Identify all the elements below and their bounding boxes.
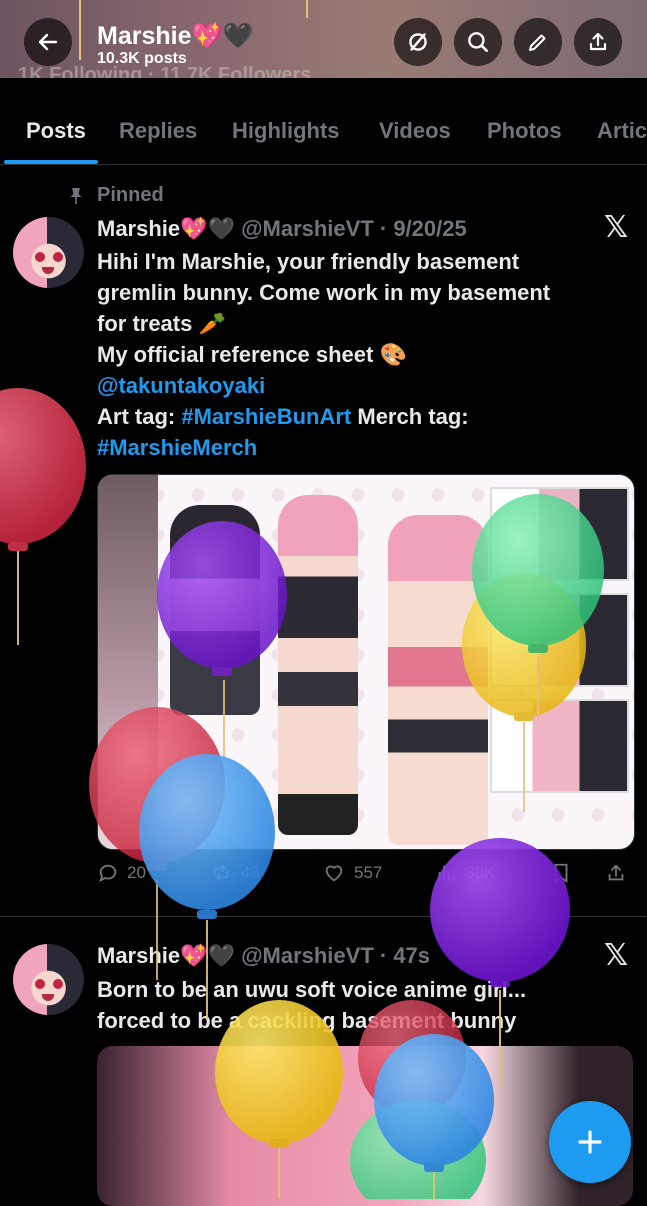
post-text-line: Born to be an uwu soft voice anime girl.… [97, 977, 527, 1002]
avatar[interactable] [13, 217, 84, 288]
profile-name: Marshie💖🖤 [97, 22, 254, 50]
pinned-label: Pinned [97, 184, 164, 206]
views-chart-icon [438, 865, 455, 882]
display-name[interactable]: Marshie💖🖤 [97, 943, 235, 968]
post-text-line: gremlin bunny. Come work in my basement [97, 280, 551, 305]
post-text-line: Art tag: #MarshieBunArt Merch tag: [97, 404, 469, 430]
display-name[interactable]: Marshie💖🖤 [97, 216, 235, 241]
back-arrow-icon [38, 33, 58, 51]
avatar[interactable] [13, 944, 84, 1015]
reference-sheet-image[interactable] [97, 474, 635, 850]
repost-icon [213, 864, 229, 882]
compose-button[interactable] [549, 1101, 631, 1183]
search-icon [468, 32, 488, 52]
red-balloon-icon [0, 388, 86, 645]
share-icon [608, 864, 624, 881]
tab-videos[interactable]: Videos [379, 118, 451, 144]
reply-button[interactable]: 20 [97, 862, 146, 884]
x-logo-icon: 𝕏 [604, 211, 629, 244]
heart-icon [325, 865, 343, 882]
profile-header: 1K Following · 11.7K Followers Marshie💖🖤… [0, 0, 647, 78]
tab-highlights[interactable]: Highlights [232, 118, 340, 144]
hashtag-link[interactable]: #MarshieMerch [97, 435, 257, 461]
post-text-line: My official reference sheet 🎨 [97, 342, 407, 367]
post-count: 10.3K posts [97, 50, 187, 67]
post-text-line: forced to be a cackling basement bunny [97, 1008, 517, 1033]
like-count: 557 [354, 863, 383, 882]
active-tab-indicator [4, 160, 98, 164]
post-text-line: for treats 🥕 [97, 311, 226, 336]
profile-tabs: Posts Replies Highlights Videos Photos A… [0, 100, 647, 165]
tab-articles[interactable]: Artic [597, 118, 647, 144]
no-eye-icon [409, 33, 427, 51]
share-icon [589, 32, 607, 51]
x-logo-icon: 𝕏 [604, 939, 629, 972]
search-button[interactable] [454, 18, 502, 66]
post-text-line: Hihi I'm Marshie, your friendly basement [97, 249, 520, 274]
view-count: 30K [465, 863, 496, 882]
tab-posts[interactable]: Posts [26, 118, 86, 144]
hide-button[interactable] [394, 18, 442, 66]
hashtag-link[interactable]: #MarshieBunArt [181, 404, 351, 429]
tab-photos[interactable]: Photos [487, 118, 562, 144]
merch-tag-prefix: Merch tag: [351, 404, 469, 429]
share-button[interactable] [574, 18, 622, 66]
reply-icon [99, 864, 117, 883]
share-post-button[interactable] [605, 862, 627, 884]
art-tag-prefix: Art tag: [97, 404, 182, 429]
post-author-line: Marshie💖🖤 @MarshieVT · 9/20/25 [97, 216, 467, 242]
bookmark-icon [554, 863, 568, 883]
edit-button[interactable] [514, 18, 562, 66]
handle-date[interactable]: @MarshieVT · 9/20/25 [241, 216, 467, 241]
pin-icon [70, 188, 82, 204]
repost-button[interactable]: 43 [209, 862, 260, 884]
repost-count: 43 [241, 863, 260, 882]
mention-link[interactable]: @takuntakoyaki [97, 373, 265, 399]
plus-icon [578, 1130, 602, 1154]
like-button[interactable]: 557 [322, 862, 382, 884]
post-actions: 20 43 557 30K [97, 862, 627, 890]
handle-date[interactable]: @MarshieVT · 47s [241, 943, 430, 968]
reply-count: 20 [127, 863, 146, 882]
back-button[interactable] [24, 18, 72, 66]
edit-pen-icon [529, 34, 546, 51]
tab-replies[interactable]: Replies [119, 118, 197, 144]
post-author-line: Marshie💖🖤 @MarshieVT · 47s [97, 943, 430, 969]
views-button[interactable]: 30K [435, 862, 495, 884]
bookmark-button[interactable] [551, 862, 571, 884]
post-divider [0, 916, 647, 917]
